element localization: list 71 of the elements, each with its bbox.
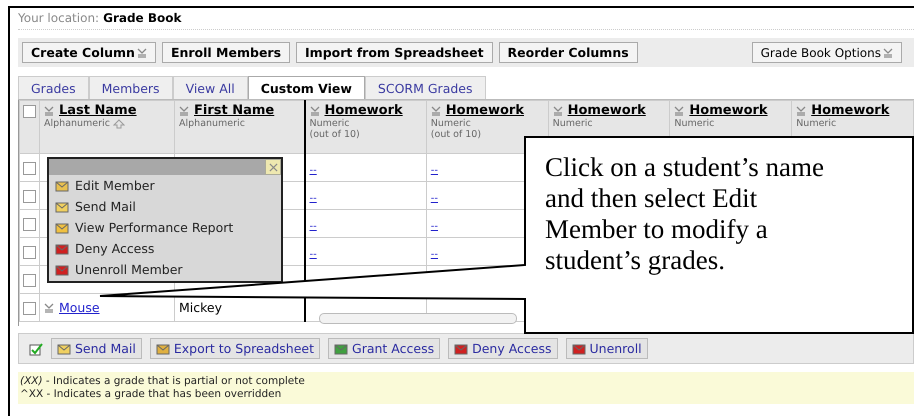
grade-link[interactable]: -- [310, 249, 317, 260]
row-checkbox[interactable] [23, 302, 36, 316]
tab[interactable]: Members [88, 76, 173, 99]
action-button[interactable]: Send Mail [51, 338, 142, 359]
column-menu-icon[interactable] [44, 106, 54, 116]
column-menu-icon[interactable] [674, 106, 684, 116]
action-button[interactable]: Grant Access [328, 338, 440, 359]
mail-icon [55, 200, 69, 214]
menu-item[interactable]: View Performance Report [49, 217, 281, 238]
column-type: Alphanumeric [44, 118, 110, 129]
toolbar-button[interactable]: Reorder Columns [498, 42, 638, 63]
column-menu-icon[interactable] [430, 106, 441, 116]
column-title[interactable]: Last Name [59, 103, 137, 118]
action-button[interactable]: Export to Spreadsheet [150, 338, 320, 359]
column-type: Numeric [430, 118, 471, 129]
tab[interactable]: Grades [18, 76, 89, 99]
action-button[interactable]: Unenroll [566, 338, 648, 359]
column-title[interactable]: Homework [689, 103, 768, 118]
column-type: Numeric [674, 118, 714, 129]
toolbar-button[interactable]: Create Column [22, 42, 156, 63]
column-title[interactable]: Homework [446, 103, 524, 118]
grade-link[interactable]: -- [310, 193, 317, 204]
checkbox-tick-icon [29, 342, 43, 356]
row-checkbox[interactable] [23, 218, 36, 232]
tab[interactable]: Custom View [248, 76, 365, 99]
legend-text: ^XX - Indicates a grade that has been overridden [20, 388, 282, 401]
row-checkbox[interactable] [23, 274, 36, 288]
row-checkbox[interactable] [23, 190, 36, 204]
grade-link[interactable]: -- [430, 165, 438, 176]
column-menu-icon[interactable] [796, 106, 806, 116]
tab[interactable]: View All [172, 76, 248, 99]
column-menu-icon[interactable] [179, 106, 189, 116]
column-title[interactable]: Homework [568, 103, 646, 118]
close-icon[interactable] [265, 159, 281, 175]
column-title[interactable]: Homework [811, 103, 890, 118]
toolbar-button[interactable]: Grade Book Options [752, 42, 902, 63]
menu-item[interactable]: Deny Access [49, 238, 281, 259]
select-all-checkbox[interactable] [23, 105, 36, 118]
grade-link[interactable]: -- [430, 221, 438, 232]
tab[interactable]: SCORM Grades [364, 76, 486, 99]
menu-item[interactable]: Unenroll Member [49, 259, 281, 280]
column-title[interactable]: First Name [194, 103, 274, 118]
column-note: (out of 10) [310, 129, 361, 140]
row-menu-icon[interactable] [44, 302, 54, 312]
toolbar-button[interactable]: Import from Spreadsheet [296, 42, 493, 63]
first-name: Mickey [179, 300, 222, 315]
horizontal-scrollbar[interactable] [319, 313, 517, 324]
grade-link[interactable]: -- [430, 193, 438, 204]
column-menu-icon[interactable] [310, 106, 320, 116]
location-value: Grade Book [103, 11, 182, 25]
menu-item[interactable]: Send Mail [49, 196, 281, 217]
grade-link[interactable]: -- [430, 249, 438, 260]
mail-icon [57, 342, 71, 356]
column-note: (out of 10) [430, 129, 482, 140]
column-title[interactable]: Homework [324, 103, 403, 118]
column-type: Numeric [310, 118, 350, 129]
menu-item[interactable]: Edit Member [49, 175, 281, 196]
legend-text: (XX) - Indicates a grade that is partial or not complete [20, 375, 306, 388]
location-label: Your location: [18, 11, 100, 25]
action-button[interactable]: Deny Access [448, 338, 558, 359]
callout-text: Click on a student’s name and then select Edit Member to modify a student’s grades. [545, 152, 825, 276]
column-menu-icon[interactable] [552, 106, 563, 116]
grade-link[interactable]: -- [310, 221, 317, 232]
row-checkbox[interactable] [23, 246, 36, 260]
student-name-link[interactable]: Mouse [59, 300, 100, 315]
grade-link[interactable]: -- [310, 165, 317, 176]
row-checkbox[interactable] [23, 162, 36, 176]
column-type: Numeric [552, 118, 593, 129]
column-type: Numeric [796, 118, 836, 129]
column-type: Alphanumeric [179, 118, 245, 129]
toolbar-button[interactable]: Enroll Members [162, 42, 290, 63]
